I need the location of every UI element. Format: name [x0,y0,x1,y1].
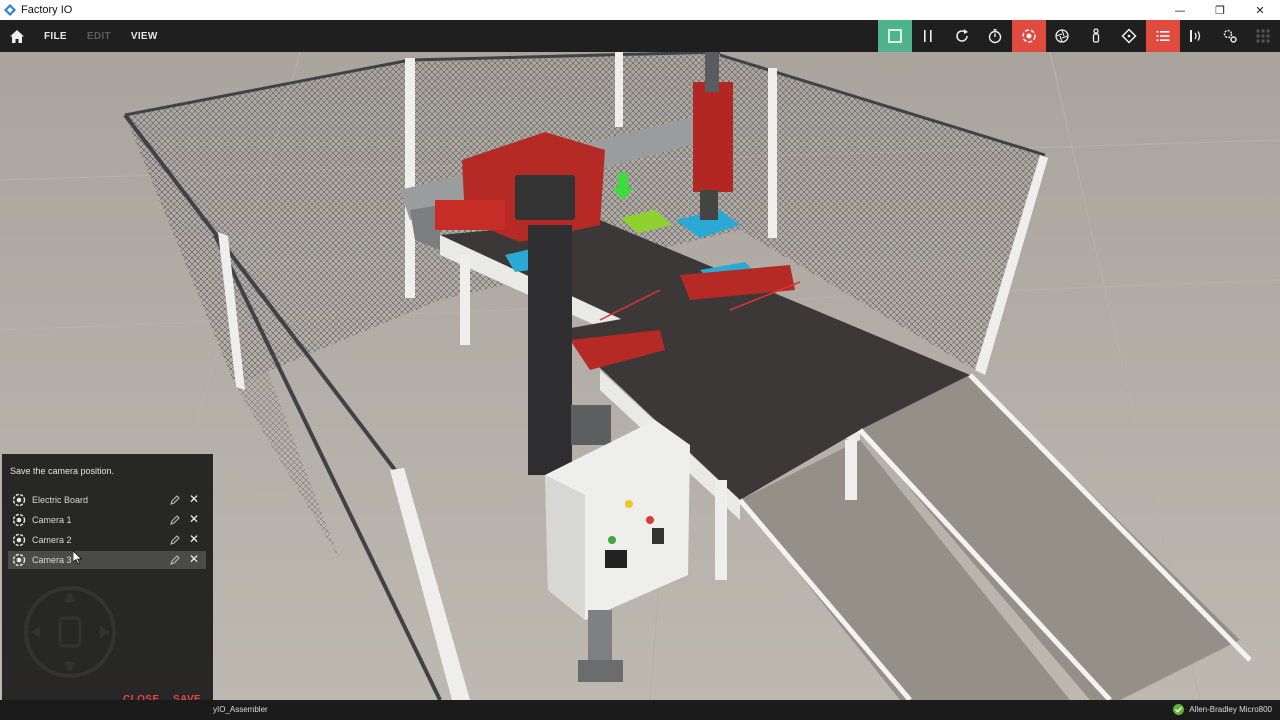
camera-orbit-icon [1022,29,1036,43]
camera-item-label: Camera 2 [32,535,72,545]
remove-camera-button[interactable]: ✕ [187,532,201,546]
restore-button[interactable]: ❐ [1200,0,1240,20]
pause-icon [924,30,932,42]
home-icon [10,29,24,43]
remove-camera-button[interactable]: ✕ [187,552,201,566]
camera-panel: Save the camera position. Electric Board… [2,454,213,712]
remove-camera-button[interactable]: ✕ [187,492,201,506]
aperture-button[interactable] [1046,20,1080,52]
stop-button[interactable] [878,20,912,52]
sensor-button[interactable] [1180,20,1214,52]
reset-icon [956,29,968,42]
menu-edit[interactable]: EDIT [87,31,111,42]
pencil-icon[interactable] [169,554,181,566]
camera-item-camera-3[interactable]: Camera 3 ✕ [8,551,206,569]
tag-list-icon [1156,31,1170,41]
pause-button[interactable] [912,20,946,52]
driver-label: Allen-Bradley Micro800 [1189,705,1272,714]
grid-button[interactable] [1247,20,1280,52]
pencil-icon[interactable] [169,514,181,526]
stop-icon [887,29,902,43]
aperture-icon [1055,29,1069,43]
camera-position-icon [12,553,26,567]
mouse-cursor-icon [73,551,83,565]
pencil-icon[interactable] [169,534,181,546]
camera-position-icon [12,493,26,507]
camera-item-label: Camera 3 [32,555,72,565]
target-icon [1121,28,1137,44]
close-window-button[interactable]: ✕ [1240,0,1280,20]
person-icon [1092,28,1099,43]
main-toolbar [878,20,1280,52]
target-button[interactable] [1113,20,1147,52]
factory-io-logo-icon [4,4,16,16]
camera-item-label: Camera 1 [32,515,72,525]
reset-button[interactable] [945,20,979,52]
driver-status[interactable]: Allen-Bradley Micro800 [1173,704,1272,715]
tag-list-button[interactable] [1146,20,1180,52]
settings-button[interactable] [1213,20,1247,52]
status-bar: yIO_Assembler Allen-Bradley Micro800 [0,700,1280,720]
scene-name: yIO_Assembler [213,705,268,714]
camera-item-camera-1[interactable]: Camera 1 ✕ [8,511,206,529]
pencil-icon[interactable] [169,494,181,506]
camera-item-electric-board[interactable]: Electric Board ✕ [8,491,206,509]
sensor-icon [1190,30,1201,42]
settings-icon [1223,29,1237,43]
camera-item-camera-2[interactable]: Camera 2 ✕ [8,531,206,549]
camera-position-icon [12,533,26,547]
camera-item-label: Electric Board [32,495,89,505]
window-title: Factory IO [21,4,73,16]
camera-position-icon [12,513,26,527]
connected-check-icon [1173,704,1185,715]
camera-panel-hint: Save the camera position. [10,466,115,476]
window-titlebar: Factory IO — ❐ ✕ [0,0,1280,20]
minimize-button[interactable]: — [1160,0,1200,20]
navigation-gizmo-icon[interactable] [22,584,118,680]
grid-icon [1256,29,1270,43]
home-button[interactable] [0,20,34,52]
camera-orbit-button[interactable] [1012,20,1046,52]
timer-button[interactable] [979,20,1013,52]
timer-icon [989,29,1002,44]
first-person-button[interactable] [1079,20,1113,52]
remove-camera-button[interactable]: ✕ [187,512,201,526]
menu-view[interactable]: VIEW [131,31,158,42]
menu-file[interactable]: FILE [44,31,67,42]
